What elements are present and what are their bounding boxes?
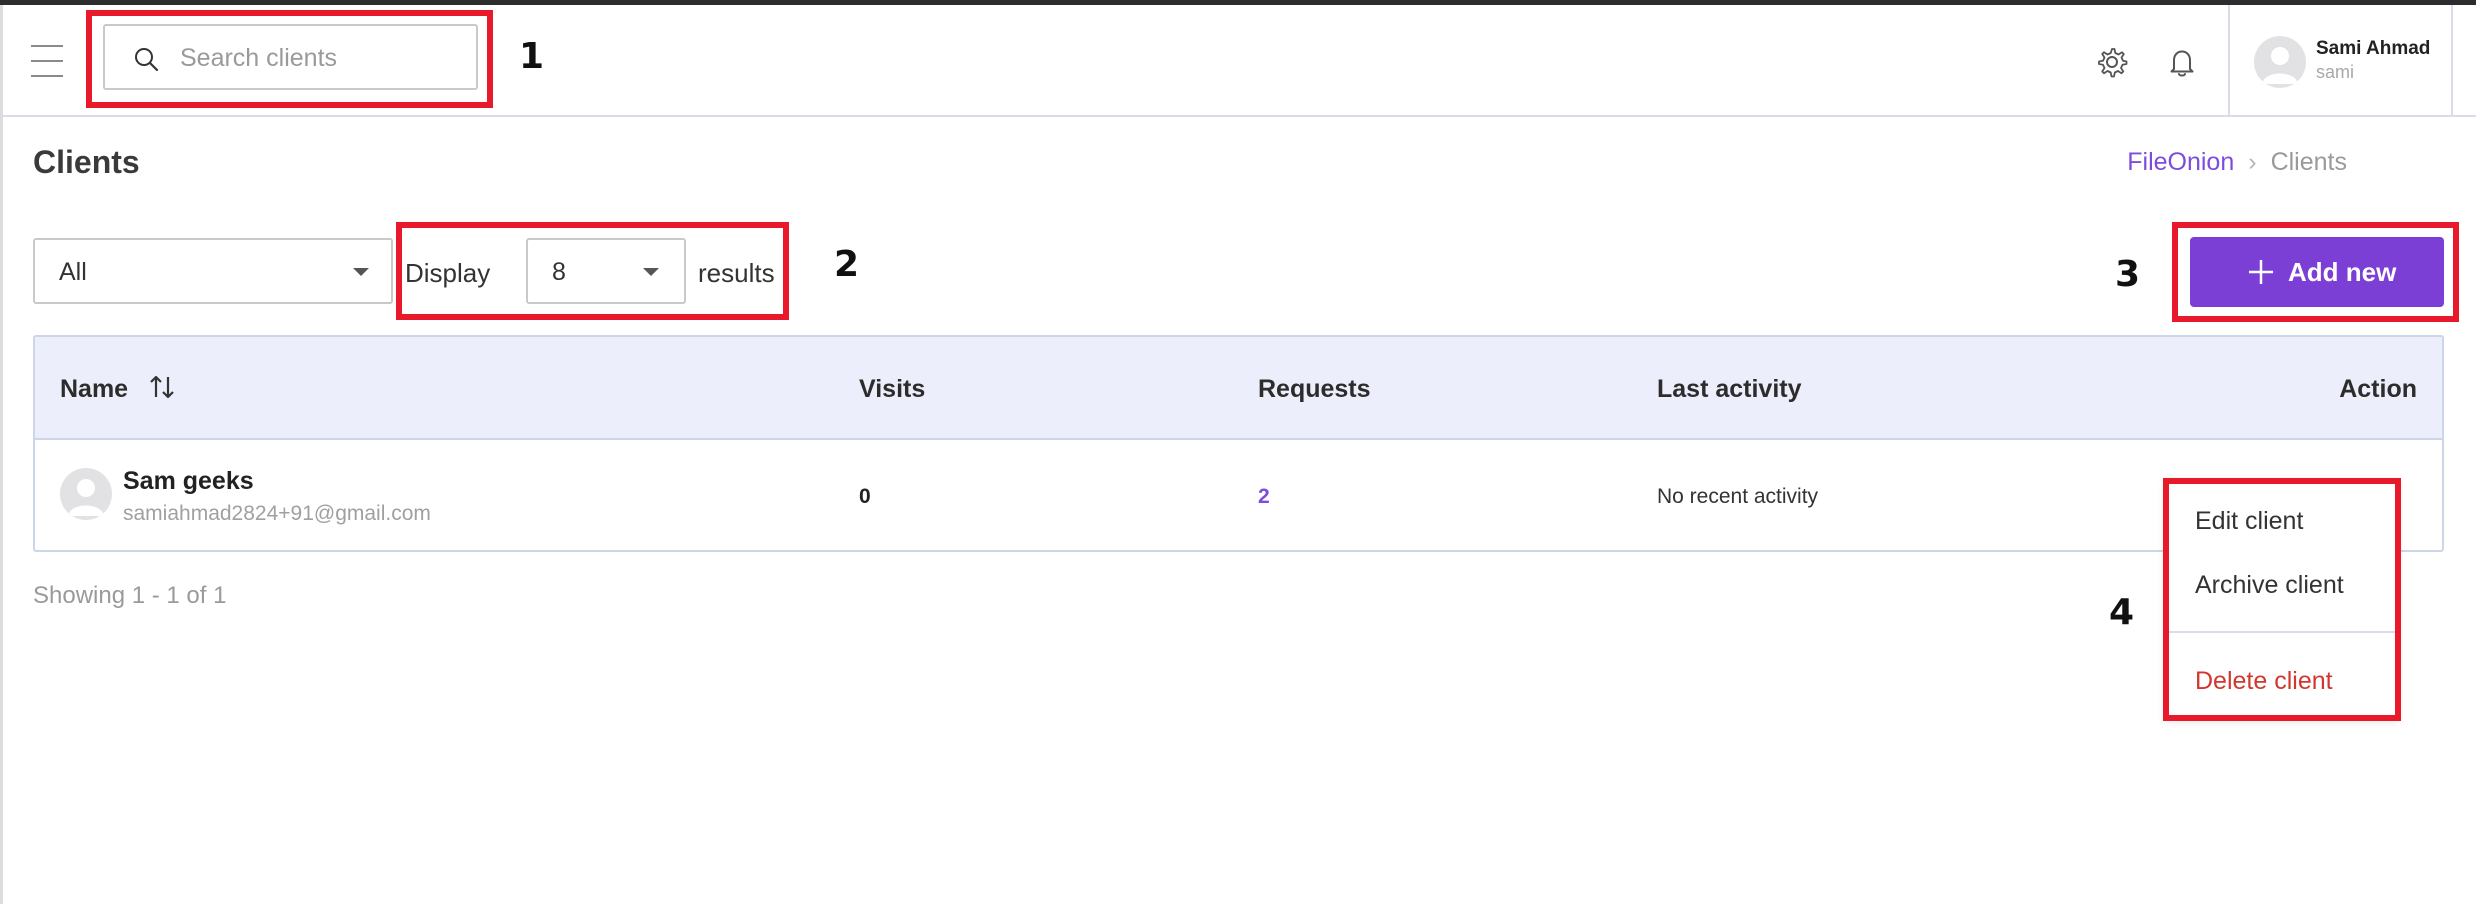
display-label: Display <box>405 258 491 288</box>
column-header-name[interactable]: Name <box>60 375 128 404</box>
search-box[interactable] <box>103 24 478 90</box>
column-header-requests: Requests <box>1258 375 1371 403</box>
client-action-menu: Edit client Archive client Delete client <box>2164 478 2400 721</box>
column-header-last-activity: Last activity <box>1657 375 1802 403</box>
add-new-label: Add new <box>2288 257 2397 287</box>
client-last-activity: No recent activity <box>1657 485 1819 508</box>
user-silhouette-icon <box>2262 47 2298 84</box>
chevron-down-icon <box>353 268 369 276</box>
client-avatar <box>60 468 112 520</box>
breadcrumb-separator: › <box>2248 148 2257 176</box>
table-header: Name Visits Requests Last activity Actio… <box>35 337 2442 440</box>
client-email: samiahmad2824+91@gmail.com <box>123 502 431 525</box>
user-menu[interactable]: Sami Ahmad sami <box>2228 5 2453 117</box>
gear-icon[interactable] <box>2095 45 2129 79</box>
column-header-visits: Visits <box>859 375 926 403</box>
status-filter-select[interactable]: All <box>33 238 393 304</box>
annotation-number-3: 3 <box>2115 254 2141 295</box>
annotation-number-4: 4 <box>2109 592 2135 633</box>
annotation-number-2: 2 <box>834 244 860 285</box>
menu-item-archive-client[interactable]: Archive client <box>2195 571 2344 600</box>
clients-table: Name Visits Requests Last activity Actio… <box>33 335 2444 552</box>
search-input[interactable] <box>180 40 460 76</box>
add-new-button[interactable]: Add new <box>2190 237 2444 307</box>
menu-icon[interactable] <box>31 45 63 79</box>
client-requests-link[interactable]: 2 <box>1258 485 1270 509</box>
menu-item-delete-client[interactable]: Delete client <box>2195 667 2333 696</box>
plus-icon <box>2249 260 2273 284</box>
pagination-summary: Showing 1 - 1 of 1 <box>33 582 227 609</box>
breadcrumb-root-link[interactable]: FileOnion <box>2127 148 2234 176</box>
column-header-action: Action <box>2339 375 2417 403</box>
top-header: Sami Ahmad sami <box>3 5 2476 117</box>
breadcrumb: FileOnion › Clients <box>2127 148 2347 177</box>
annotation-number-1: 1 <box>519 36 545 77</box>
chevron-down-icon <box>643 268 659 276</box>
page-size-select[interactable]: 8 <box>526 238 686 304</box>
page-title: Clients <box>33 144 140 180</box>
status-filter-value: All <box>59 258 87 286</box>
user-name: Sami Ahmad <box>2316 38 2431 59</box>
results-label: results <box>698 258 775 288</box>
breadcrumb-current: Clients <box>2270 148 2347 176</box>
avatar <box>2254 36 2306 88</box>
menu-item-edit-client[interactable]: Edit client <box>2195 507 2303 536</box>
user-handle: sami <box>2316 62 2355 82</box>
bell-icon[interactable] <box>2165 45 2199 79</box>
sort-icon[interactable] <box>147 372 177 402</box>
page-size-value: 8 <box>552 258 566 286</box>
client-name[interactable]: Sam geeks <box>123 467 254 496</box>
user-silhouette-icon <box>68 479 104 516</box>
search-icon <box>135 48 159 72</box>
client-visits: 0 <box>859 485 871 508</box>
menu-divider <box>2165 631 2399 633</box>
window-left-border <box>0 5 3 904</box>
